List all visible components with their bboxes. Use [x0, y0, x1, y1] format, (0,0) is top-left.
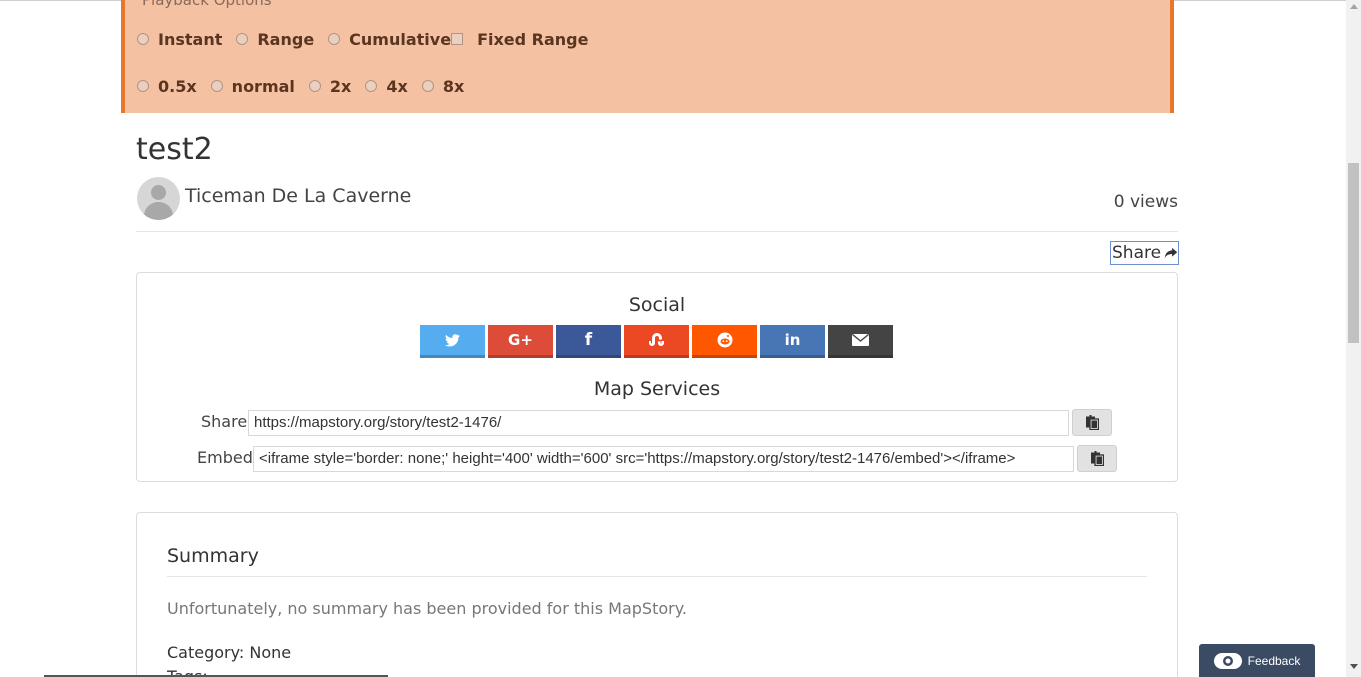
copy-embed-code-button[interactable]: [1077, 445, 1117, 472]
mode-instant-radio[interactable]: [137, 32, 149, 45]
speed-normal-option[interactable]: normal: [210, 77, 295, 96]
speed-normal-radio[interactable]: [210, 79, 223, 92]
share-toggle-label: Share: [1112, 243, 1162, 263]
google-plus-share-button[interactable]: G+: [488, 325, 553, 358]
stumbleupon-icon: [648, 333, 664, 346]
linkedin-share-button[interactable]: in: [760, 325, 825, 358]
category-text: Category: None: [167, 643, 292, 662]
fixed-range-option[interactable]: Fixed Range: [451, 30, 588, 49]
fixed-range-checkbox[interactable]: [451, 32, 464, 45]
reddit-icon: [717, 332, 732, 348]
embed-code-label: Embed: [197, 448, 253, 467]
share-url-label: Share: [201, 412, 248, 431]
copy-share-url-button[interactable]: [1072, 409, 1112, 436]
stumbleupon-share-button[interactable]: [624, 325, 689, 358]
share-panel: Social G+ f in Map Services Share https:…: [136, 272, 1178, 482]
facebook-icon: f: [584, 330, 593, 350]
speed-8x-label: 8x: [442, 77, 465, 96]
mode-instant-label: Instant: [158, 30, 223, 49]
eye-icon: [1213, 652, 1242, 669]
playback-options-panel: Playback Options Instant Range Cumulativ…: [121, 0, 1174, 113]
playback-mode-row: Instant Range Cumulative Fixed Range: [137, 30, 588, 49]
speed-2x-option[interactable]: 2x: [308, 77, 352, 96]
google-plus-icon: G+: [508, 331, 533, 349]
mode-range-label: Range: [257, 30, 315, 49]
share-toggle-button[interactable]: Share: [1110, 241, 1179, 265]
mode-cumulative-label: Cumulative: [349, 30, 452, 49]
header-divider: [136, 231, 1178, 232]
speed-normal-label: normal: [231, 77, 295, 96]
speed-0-5x-option[interactable]: 0.5x: [137, 77, 197, 96]
envelope-icon: [852, 334, 869, 346]
speed-8x-radio[interactable]: [421, 79, 434, 92]
summary-panel: Summary Unfortunately, no summary has be…: [136, 512, 1178, 677]
avatar-body: [144, 202, 173, 220]
clipboard-icon: [1090, 451, 1104, 466]
summary-text: Unfortunately, no summary has been provi…: [167, 599, 687, 618]
scrollbar-thumb[interactable]: [1348, 163, 1359, 343]
mode-range-option[interactable]: Range: [236, 30, 314, 49]
social-buttons: G+ f in: [420, 325, 893, 358]
speed-4x-option[interactable]: 4x: [365, 77, 408, 96]
share-arrow-icon: [1164, 247, 1178, 259]
mode-instant-option[interactable]: Instant: [137, 30, 222, 49]
summary-title: Summary: [167, 545, 259, 567]
story-title: test2: [136, 132, 213, 167]
speed-2x-label: 2x: [329, 77, 352, 96]
vertical-scrollbar[interactable]: [1346, 0, 1361, 677]
summary-divider: [167, 576, 1147, 577]
speed-0-5x-label: 0.5x: [158, 77, 197, 96]
share-url-field[interactable]: https://mapstory.org/story/test2-1476/: [248, 410, 1069, 436]
mode-cumulative-radio[interactable]: [328, 32, 341, 45]
clipboard-icon: [1085, 415, 1099, 430]
email-share-button[interactable]: [828, 325, 893, 358]
scroll-up-arrow-icon[interactable]: [1350, 4, 1358, 9]
map-services-title: Map Services: [593, 378, 721, 400]
speed-4x-radio[interactable]: [365, 79, 378, 92]
feedback-button[interactable]: Feedback: [1199, 644, 1315, 677]
twitter-icon: [445, 333, 460, 346]
view-count: 0 views: [1113, 192, 1178, 212]
mode-cumulative-option[interactable]: Cumulative: [328, 30, 451, 49]
speed-2x-radio[interactable]: [308, 79, 321, 92]
feedback-label: Feedback: [1247, 653, 1301, 668]
reddit-share-button[interactable]: [692, 325, 757, 358]
facebook-share-button[interactable]: f: [556, 325, 621, 358]
playback-speed-row: 0.5x normal 2x 4x 8x: [137, 77, 464, 96]
speed-8x-option[interactable]: 8x: [421, 77, 465, 96]
speed-4x-label: 4x: [386, 77, 408, 96]
avatar[interactable]: [137, 177, 180, 220]
author-name[interactable]: Ticeman De La Caverne: [185, 185, 411, 207]
playback-options-title: Playback Options: [142, 0, 272, 9]
avatar-head: [151, 185, 166, 200]
speed-0-5x-radio[interactable]: [137, 79, 149, 92]
embed-code-field[interactable]: <iframe style='border: none;' height='40…: [253, 446, 1074, 472]
fixed-range-label: Fixed Range: [477, 30, 589, 49]
social-title: Social: [628, 294, 686, 316]
linkedin-icon: in: [784, 331, 801, 349]
twitter-share-button[interactable]: [420, 325, 485, 358]
mode-range-radio[interactable]: [236, 32, 249, 45]
scroll-down-arrow-icon[interactable]: [1350, 664, 1358, 669]
